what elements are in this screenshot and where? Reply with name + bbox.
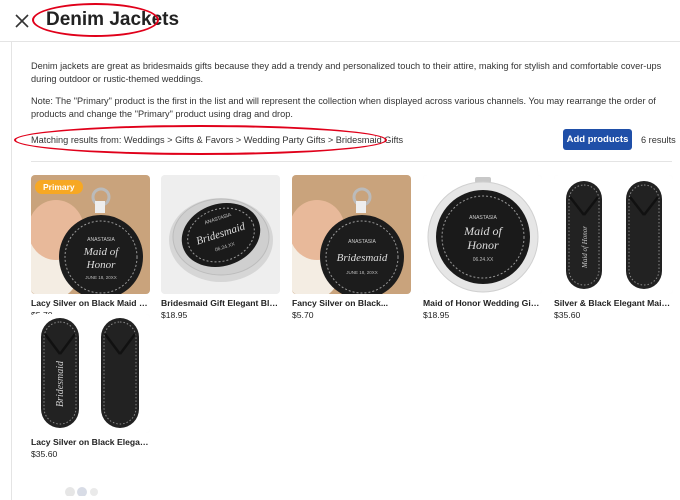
- product-image-keychain: ANASTASIA Bridesmaid JUNE 18, 20XX: [292, 175, 411, 294]
- product-price: $35.60: [554, 310, 581, 320]
- image-text: Maid of: [463, 224, 503, 238]
- product-image-flip-flops: Bridesmaid: [31, 314, 150, 433]
- breadcrumb-annotation-ring: [14, 125, 387, 155]
- more-thumbnails-hint: [65, 487, 98, 496]
- image-text: Maid of: [83, 246, 120, 258]
- product-price: $35.60: [31, 449, 58, 459]
- product-name[interactable]: Lacy Silver on Black Maid of...: [31, 298, 150, 308]
- dialog-header: Denim Jackets: [0, 0, 680, 42]
- product-price: $18.95: [161, 310, 188, 320]
- primary-badge: Primary: [35, 180, 83, 194]
- product-name[interactable]: Bridesmaid Gift Elegant Blac...: [161, 298, 280, 308]
- product-card[interactable]: ANASTASIA Bridesmaid JUNE 18, 20XX Fancy…: [292, 175, 411, 320]
- product-card[interactable]: ANASTASIA Maid of Honor JUNE 18, 20XX Pr…: [31, 175, 150, 320]
- divider: [31, 161, 672, 162]
- image-text: JUNE 18, 20XX: [346, 270, 378, 275]
- product-image-flip-flops: Maid of Honor: [554, 175, 673, 294]
- product-image-compact-mirror: ANASTASIA Bridesmaid 06.24.XX: [161, 175, 280, 294]
- add-products-button[interactable]: Add products: [563, 129, 632, 150]
- image-text: ANASTASIA: [87, 237, 115, 243]
- product-name[interactable]: Maid of Honor Wedding Gift...: [423, 298, 542, 308]
- image-text: Honor: [86, 259, 116, 271]
- product-image-compact-mirror: ANASTASIA Maid of Honor 06.24.XX: [423, 175, 542, 294]
- product-price: $5.70: [292, 310, 314, 320]
- image-text: JUNE 18, 20XX: [85, 275, 117, 280]
- product-price: $18.95: [423, 310, 450, 320]
- close-icon[interactable]: [13, 12, 31, 30]
- product-card[interactable]: ANASTASIA Maid of Honor 06.24.XX Maid of…: [423, 175, 542, 320]
- primary-note: Note: The "Primary" product is the first…: [31, 96, 656, 119]
- product-name[interactable]: Fancy Silver on Black...: [292, 298, 411, 308]
- results-count: 6 results: [641, 135, 676, 145]
- product-name[interactable]: Silver & Black Elegant Maid o...: [554, 298, 673, 308]
- title-annotation-ring: [32, 3, 159, 37]
- product-name[interactable]: Lacy Silver on Black Elegant...: [31, 437, 150, 447]
- image-text: Bridesmaid: [55, 360, 66, 407]
- product-card[interactable]: ANASTASIA Bridesmaid 06.24.XX Bridesmaid…: [161, 175, 280, 320]
- image-text: Bridesmaid: [337, 252, 388, 264]
- image-text: Honor: [466, 238, 499, 252]
- image-text: 06.24.XX: [473, 257, 494, 263]
- image-text: Maid of Honor: [581, 226, 589, 269]
- product-card[interactable]: Bridesmaid Lacy Silver on Black Elegant.…: [31, 314, 150, 459]
- image-text: ANASTASIA: [469, 215, 497, 221]
- product-image-keychain: ANASTASIA Maid of Honor JUNE 18, 20XX Pr…: [31, 175, 150, 294]
- image-text: ANASTASIA: [348, 239, 376, 245]
- product-card[interactable]: Maid of Honor Silver & Black Elegant Mai…: [554, 175, 673, 320]
- collection-description: Denim jackets are great as bridesmaids g…: [31, 61, 662, 84]
